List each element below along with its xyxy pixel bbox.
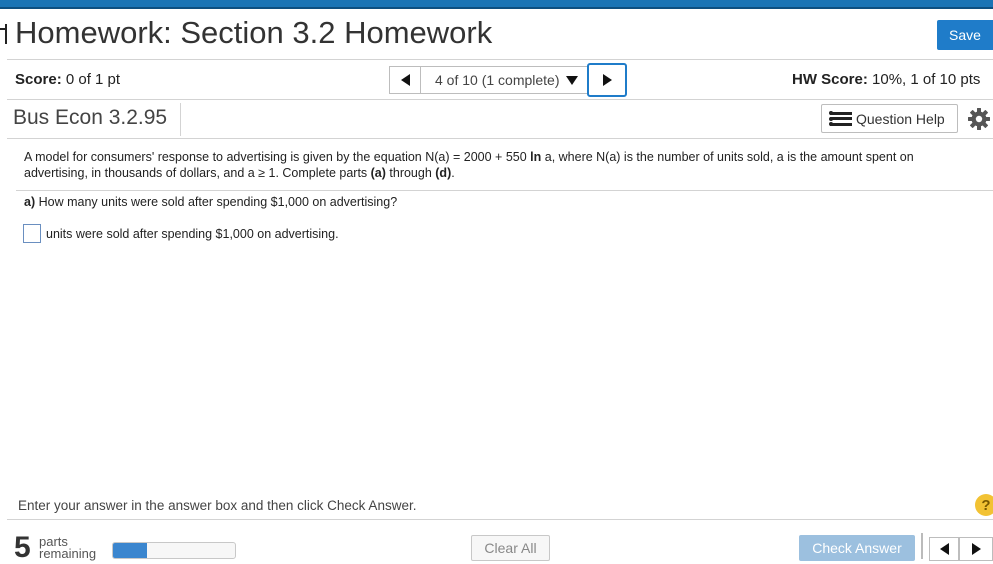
left-edge-mark-vertical bbox=[5, 24, 7, 44]
top-stripe bbox=[0, 0, 993, 9]
question-help-label: Question Help bbox=[856, 110, 945, 127]
answer-suffix-text: units were sold after spending $1,000 on… bbox=[46, 227, 339, 241]
save-button[interactable]: Save bbox=[937, 20, 993, 50]
clear-all-button[interactable]: Clear All bbox=[471, 535, 550, 561]
instructions-text: Enter your answer in the answer box and … bbox=[18, 498, 417, 513]
previous-question-button[interactable] bbox=[389, 66, 421, 94]
hw-score-label: HW Score: bbox=[792, 71, 868, 88]
divider bbox=[7, 99, 993, 100]
score-display: Score: 0 of 1 pt bbox=[15, 71, 120, 88]
chevron-right-icon bbox=[602, 74, 612, 86]
question-selector-value: 4 of 10 (1 complete) bbox=[435, 72, 560, 88]
footer-next-button[interactable] bbox=[959, 537, 993, 561]
page-title: Homework: Section 3.2 Homework bbox=[15, 15, 493, 50]
problem-statement: A model for consumers' response to adver… bbox=[24, 149, 964, 181]
chevron-right-icon bbox=[971, 543, 981, 555]
chevron-down-icon bbox=[565, 75, 578, 85]
chevron-left-icon bbox=[400, 74, 410, 86]
gear-icon[interactable] bbox=[967, 107, 991, 131]
problem-id-separator bbox=[180, 103, 181, 136]
part-a-question: a) How many units were sold after spendi… bbox=[24, 195, 397, 209]
remaining-word: remaining bbox=[39, 546, 97, 561]
divider bbox=[7, 138, 993, 139]
problem-id: Bus Econ 3.2.95 bbox=[13, 106, 168, 129]
problem-text-part: through bbox=[385, 166, 436, 180]
question-divider bbox=[16, 190, 993, 191]
footer-divider bbox=[7, 519, 993, 520]
score-value: 0 of 1 pt bbox=[65, 71, 121, 88]
answer-input[interactable] bbox=[23, 224, 41, 243]
part-a-label: a) bbox=[24, 195, 36, 209]
part-d-reference: (d) bbox=[435, 166, 452, 180]
hw-score-value: 10%, 1 of 10 pts bbox=[872, 71, 981, 88]
part-a-reference: (a) bbox=[370, 166, 386, 180]
part-a-question-text: How many units were sold after spending … bbox=[35, 195, 398, 209]
score-label: Score: bbox=[15, 71, 62, 88]
problem-text-part: . bbox=[451, 166, 455, 180]
divider bbox=[7, 59, 993, 60]
problem-text-part: A model for consumers' response to adver… bbox=[24, 150, 531, 164]
parts-progress-bar bbox=[112, 542, 236, 559]
parts-remaining-label: parts remaining bbox=[39, 535, 97, 561]
check-answer-button[interactable]: Check Answer bbox=[799, 535, 915, 561]
question-help-button[interactable]: Question Help bbox=[821, 104, 958, 133]
list-icon bbox=[829, 111, 852, 127]
next-question-button[interactable] bbox=[587, 63, 627, 97]
chevron-left-icon bbox=[939, 543, 949, 555]
footer-previous-button[interactable] bbox=[929, 537, 959, 561]
parts-progress-fill bbox=[113, 543, 148, 558]
help-icon[interactable]: ? bbox=[975, 494, 993, 516]
question-selector[interactable]: 4 of 10 (1 complete) bbox=[421, 66, 587, 94]
ln-symbol: ln bbox=[530, 150, 542, 164]
hw-score-display: HW Score: 10%, 1 of 10 pts bbox=[792, 71, 980, 88]
footer-nav-separator bbox=[921, 533, 923, 559]
